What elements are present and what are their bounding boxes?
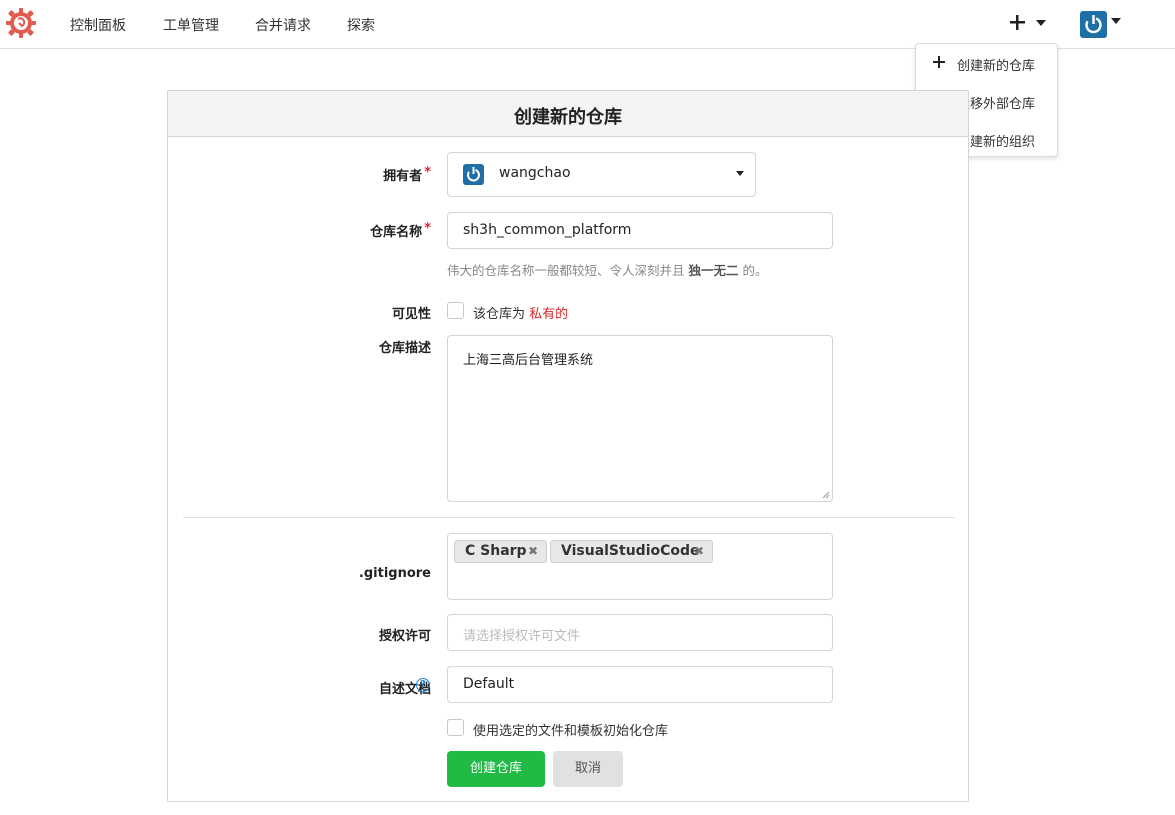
gitignore-multiselect[interactable]: C Sharp ✖ VisualStudioCode ✖ — [447, 533, 833, 600]
nav-issues[interactable]: 工单管理 — [163, 15, 219, 35]
auto-init-checkbox[interactable] — [447, 719, 464, 736]
chevron-down-icon — [1036, 20, 1046, 26]
power-icon — [467, 167, 480, 182]
owner-value: wangchao — [499, 165, 571, 181]
nav-pull-requests[interactable]: 合并请求 — [255, 15, 311, 35]
owner-label: 拥有者 * — [383, 165, 431, 184]
license-placeholder: 请选择授权许可文件 — [463, 629, 581, 644]
nav-dashboard[interactable]: 控制面板 — [70, 15, 126, 35]
auto-init-label[interactable]: 使用选定的文件和模板初始化仓库 — [473, 720, 668, 739]
private-checkbox[interactable] — [447, 302, 464, 319]
plus-icon — [933, 56, 945, 68]
readme-select[interactable]: Default — [447, 666, 833, 703]
new-repo-form: 创建新的仓库 拥有者 * wangchao 仓库名称 * sh3h_common_p… — [167, 90, 969, 802]
gitignore-tag: C Sharp ✖ — [454, 540, 547, 563]
gitea-logo-icon[interactable] — [5, 7, 37, 39]
close-icon[interactable]: ✖ — [694, 544, 704, 558]
license-label: 授权许可 — [378, 629, 431, 644]
description-label: 仓库描述 — [378, 341, 431, 356]
readme-value: Default — [463, 676, 515, 692]
close-icon[interactable]: ✖ — [528, 544, 538, 558]
cancel-button[interactable]: 取消 — [553, 751, 623, 787]
top-navbar: 控制面板 工单管理 合并请求 探索 — [0, 0, 1175, 49]
menu-item-new-repo[interactable]: 创建新的仓库 — [916, 44, 1057, 82]
repo-name-value: sh3h_common_platform — [463, 222, 632, 238]
owner-select[interactable]: wangchao — [447, 152, 756, 197]
description-textarea[interactable]: 上海三高后台管理系统 — [447, 335, 833, 502]
section-divider — [183, 517, 955, 518]
power-icon — [1085, 15, 1102, 34]
create-menu-button[interactable] — [1008, 9, 1052, 37]
user-menu-button[interactable] — [1080, 11, 1126, 39]
gitignore-tag: VisualStudioCode ✖ — [550, 540, 713, 563]
visibility-label: 可见性 — [391, 307, 431, 322]
chevron-down-icon — [736, 171, 744, 176]
avatar — [1080, 11, 1107, 38]
question-circle-icon[interactable]: ? — [416, 678, 430, 692]
resize-handle-icon[interactable] — [822, 491, 830, 499]
repo-name-help: 伟大的仓库名称一般都较短、令人深刻并且 独一无二 的。 — [447, 263, 768, 278]
private-checkbox-label[interactable]: 该仓库为 私有的 — [473, 303, 568, 322]
page-title: 创建新的仓库 — [514, 107, 622, 128]
menu-item-label: 创建新的仓库 — [957, 59, 1036, 74]
gitignore-label: .gitignore — [358, 566, 431, 581]
form-header: 创建新的仓库 — [168, 91, 968, 137]
plus-icon — [1010, 15, 1025, 30]
description-value: 上海三高后台管理系统 — [463, 353, 594, 368]
repo-name-input[interactable]: sh3h_common_platform — [447, 212, 833, 249]
create-repo-button[interactable]: 创建仓库 — [447, 751, 545, 787]
license-select[interactable]: 请选择授权许可文件 — [447, 614, 833, 651]
nav-explore[interactable]: 探索 — [347, 15, 375, 35]
chevron-down-icon — [1111, 18, 1121, 24]
repo-name-label: 仓库名称 * — [370, 221, 431, 240]
avatar — [463, 164, 484, 185]
